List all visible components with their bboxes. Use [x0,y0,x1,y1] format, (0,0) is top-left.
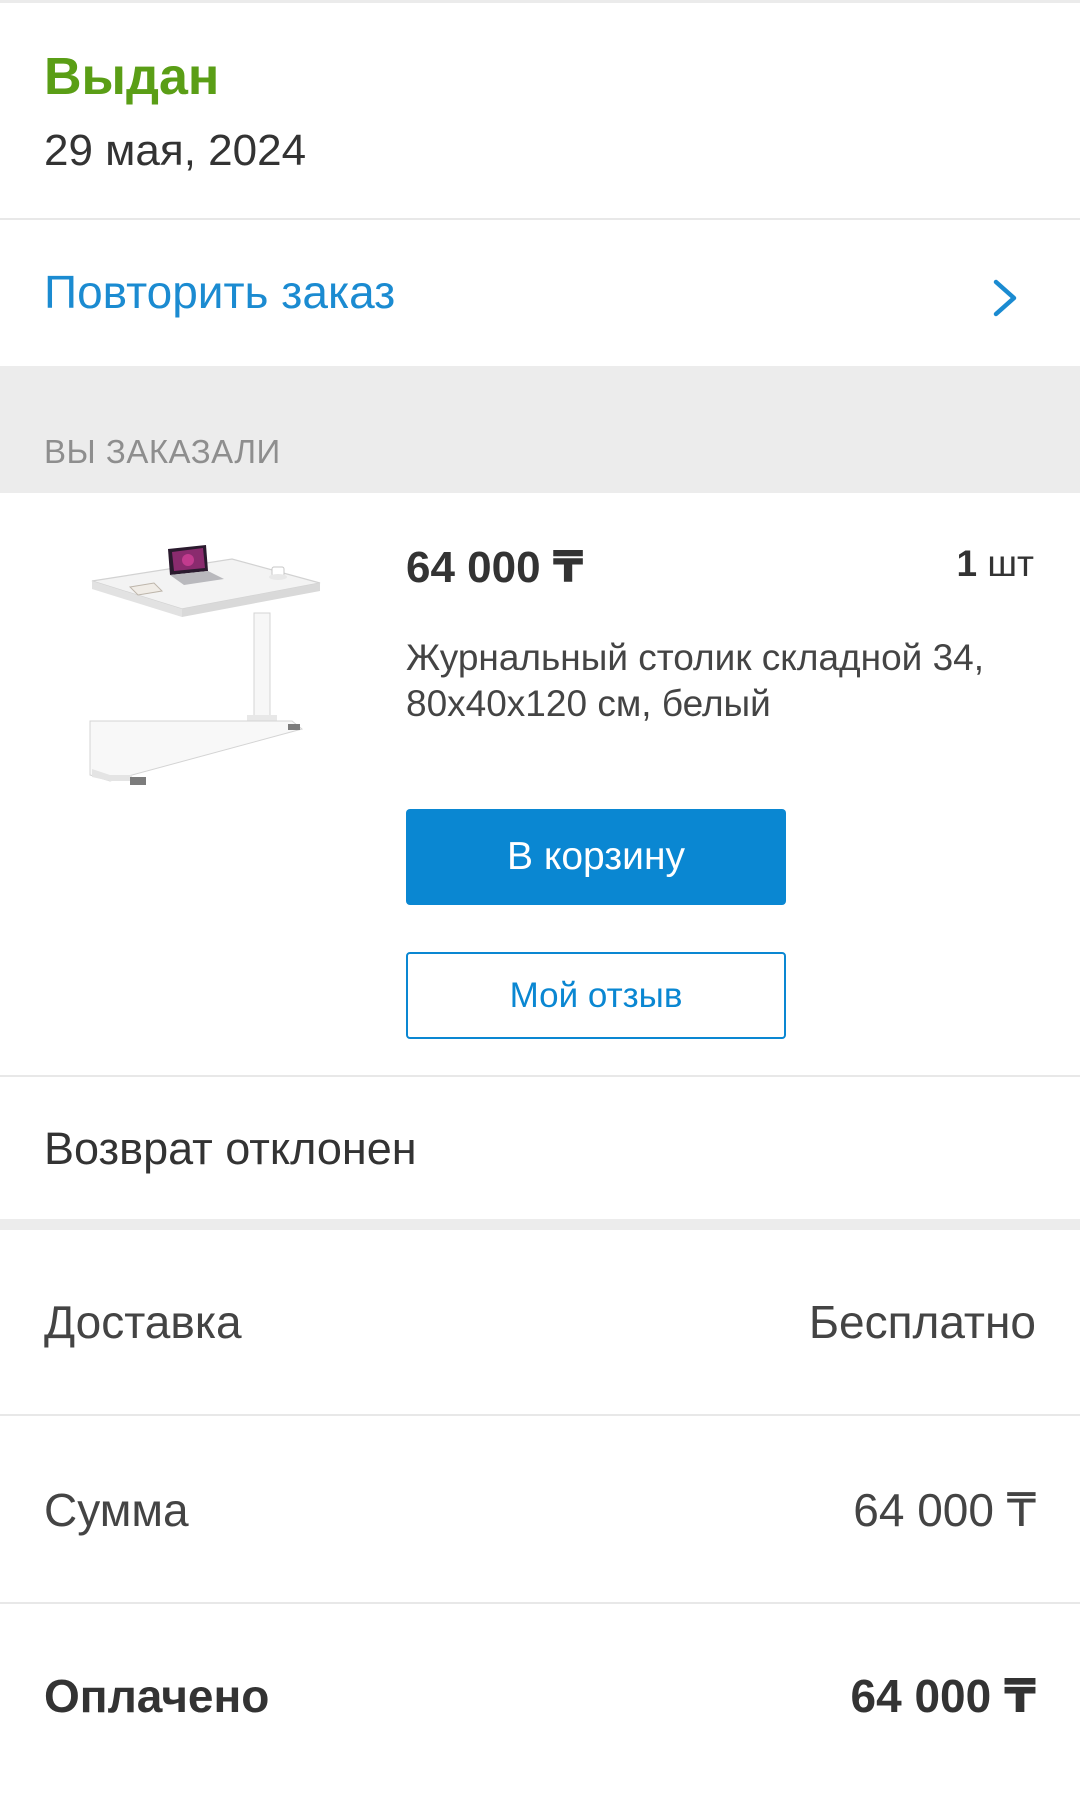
ordered-section-header: ВЫ ЗАКАЗАЛИ [0,366,1080,493]
product-name[interactable]: Журнальный столик складной 34, 80x40x120… [406,635,1006,727]
paid-value: 64 000 ₸ [850,1670,1036,1722]
return-status-text: Возврат отклонен [44,1123,417,1174]
order-details-page: Выдан 29 мая, 2024 Повторить заказ ВЫ ЗА… [0,0,1080,1794]
product-price: 64 000 ₸ [406,543,584,592]
chevron-right-icon [993,279,1017,317]
repeat-order-label: Повторить заказ [44,266,396,318]
repeat-order-row[interactable]: Повторить заказ [0,220,1080,366]
ordered-product-card: 64 000 ₸ 1 шт Журнальный столик складной… [0,493,1080,1077]
delivery-label: Доставка [44,1296,242,1348]
order-status-block: Выдан 29 мая, 2024 [0,3,1080,220]
add-to-cart-button[interactable]: В корзину [406,809,786,905]
order-status: Выдан [44,48,220,106]
quantity-number: 1 [956,543,978,584]
delivery-row: Доставка Бесплатно [0,1230,1080,1416]
paid-row: Оплачено 64 000 ₸ [0,1604,1080,1794]
section-divider [0,1219,1080,1230]
paid-label: Оплачено [44,1670,270,1722]
my-review-button[interactable]: Мой отзыв [406,952,786,1039]
delivery-value: Бесплатно [808,1296,1036,1348]
sum-value: 64 000 ₸ [853,1484,1036,1536]
order-date: 29 мая, 2024 [44,126,307,175]
sum-label: Сумма [44,1484,189,1536]
product-quantity: 1 шт [957,539,1035,589]
sum-row: Сумма 64 000 ₸ [0,1416,1080,1604]
return-status-row: Возврат отклонен [0,1077,1080,1219]
product-image[interactable] [82,531,332,801]
quantity-unit: шт [987,543,1034,584]
ordered-section-title: ВЫ ЗАКАЗАЛИ [44,433,281,470]
